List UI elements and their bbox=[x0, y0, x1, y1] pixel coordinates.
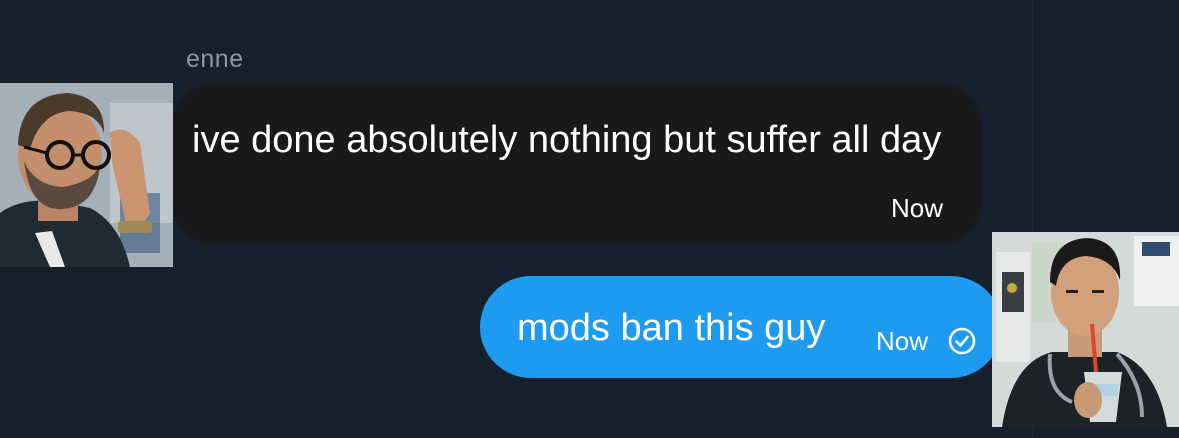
outgoing-message-text: mods ban this guy bbox=[517, 307, 826, 349]
outgoing-message-bubble[interactable]: mods ban this guy Now bbox=[480, 276, 1002, 378]
seen-check-icon bbox=[948, 327, 976, 355]
incoming-message-time: Now bbox=[890, 193, 943, 223]
my-avatar[interactable] bbox=[992, 232, 1179, 427]
sender-avatar-photo bbox=[0, 83, 173, 267]
incoming-message-bubble[interactable]: ive done absolutely nothing but suffer a… bbox=[173, 84, 981, 244]
sender-avatar[interactable] bbox=[0, 83, 173, 267]
incoming-message-text: ive done absolutely nothing but suffer a… bbox=[192, 119, 942, 161]
my-avatar-photo bbox=[992, 232, 1179, 427]
outgoing-message-time: Now bbox=[876, 326, 929, 356]
sender-name[interactable]: enne bbox=[186, 45, 244, 74]
dm-conversation: { "conversation": { "incoming": { "sende… bbox=[0, 0, 1179, 438]
